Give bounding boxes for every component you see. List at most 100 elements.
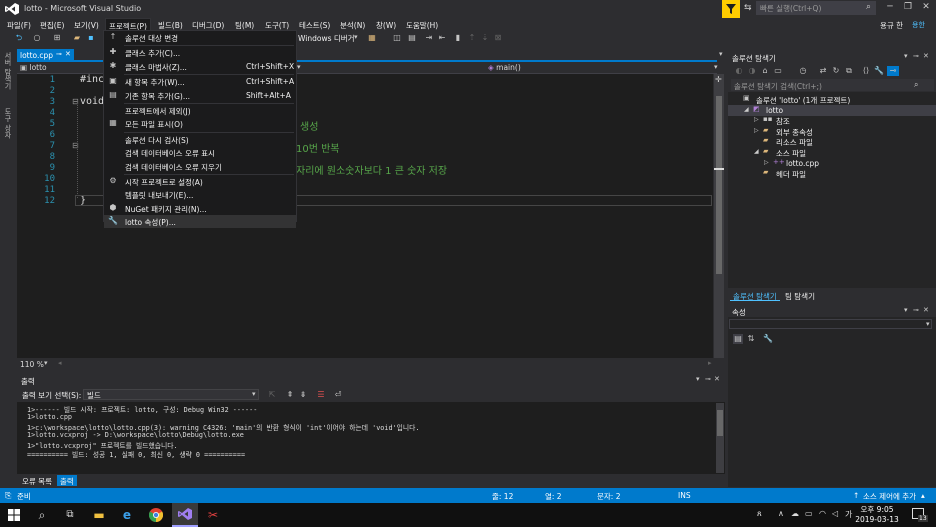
search-icon[interactable]: ⌕ — [866, 2, 871, 12]
tree-item[interactable]: ◢ ▰ 소스 파일 — [728, 147, 936, 158]
expand-arrow-icon[interactable]: ▷ — [754, 127, 759, 134]
bookmark-icon[interactable]: ▮ — [453, 33, 463, 43]
upload-icon[interactable]: ↑ — [853, 491, 859, 500]
close-tab-icon[interactable]: ✕ — [65, 50, 71, 58]
menu-test[interactable]: 테스트(S) — [296, 18, 333, 31]
chevron-down-icon[interactable]: ▾ — [926, 320, 930, 328]
pin-icon[interactable]: ⊸ — [913, 306, 919, 314]
volume-icon[interactable]: ◁ — [832, 509, 838, 518]
tab-team-explorer[interactable]: 팀 탐색기 — [782, 290, 818, 301]
monitor-icon[interactable]: ▭ — [805, 509, 813, 518]
user-badge[interactable]: 용한 — [912, 20, 925, 30]
server-explorer-tab[interactable]: 서버 탐색기 — [4, 52, 13, 89]
project-menu-item-3[interactable]: ✱ 클래스 마법사(Z)... Ctrl+Shift+X — [104, 60, 296, 73]
home-icon[interactable]: ⌂ — [760, 66, 770, 76]
tab-lotto-cpp[interactable]: lotto.cpp ⊸ ✕ — [17, 49, 74, 62]
output-scroll-thumb[interactable] — [717, 410, 723, 436]
alphabetical-icon[interactable]: ⇅ — [746, 334, 756, 344]
back-icon[interactable]: ⮌ — [14, 33, 24, 43]
scroll-right-icon[interactable]: ▸ — [708, 359, 712, 367]
wrench-icon[interactable]: 🔧 — [874, 66, 884, 76]
project-menu-item-6[interactable]: ▤ 기존 항목 추가(G)... Shift+Alt+A — [104, 89, 296, 102]
chevron-down-icon[interactable]: ▾ — [904, 306, 908, 314]
menu-window[interactable]: 창(W) — [373, 18, 399, 31]
collapse-all-icon[interactable]: ⧉ — [844, 66, 854, 76]
user-name[interactable]: 용규 한 — [880, 20, 903, 31]
source-control-button[interactable]: 소스 제어에 추가 — [863, 491, 916, 502]
close-icon[interactable]: ✕ — [714, 375, 720, 383]
menu-edit[interactable]: 편집(E) — [37, 18, 67, 31]
pending-changes-icon[interactable]: ◷ — [798, 66, 808, 76]
project-menu-item-18[interactable]: 🔧 lotto 속성(P)... — [104, 215, 296, 229]
network-icon[interactable]: ◠ — [819, 509, 826, 518]
clear-all-icon[interactable]: ☰ — [316, 390, 326, 400]
project-menu-item-8[interactable]: 프로젝트에서 제외(J) — [104, 104, 296, 117]
close-icon[interactable]: ✕ — [923, 306, 929, 314]
chevron-down-icon[interactable]: ▾ — [252, 390, 256, 398]
tab-overflow-icon[interactable]: ▾ — [719, 50, 723, 58]
editor-scroll-thumb[interactable] — [716, 96, 722, 274]
function-dropdown[interactable]: ◈ main() — [488, 63, 713, 73]
search-icon[interactable]: ⌕ — [914, 80, 918, 90]
output-source-select[interactable]: 빌드 — [83, 389, 259, 400]
zoom-dropdown[interactable]: 110 % — [20, 360, 44, 369]
clear-bookmark-icon[interactable]: ⊠ — [493, 33, 503, 43]
tree-item[interactable]: ◢ ◩ lotto — [728, 104, 936, 116]
project-menu-item-9[interactable]: ▦ 모든 파일 표시(O) — [104, 117, 296, 130]
tree-item[interactable]: ▰ 헤더 파일 — [728, 168, 936, 179]
windows-start-icon[interactable] — [5, 506, 23, 524]
project-menu-item-11[interactable]: 솔루션 다시 검사(S) — [104, 133, 296, 146]
tree-item[interactable]: ▰ 리소스 파일 — [728, 136, 936, 147]
next-bookmark-icon[interactable]: ⇣ — [480, 33, 490, 43]
preview-selected-icon[interactable]: ⊸ — [887, 66, 899, 76]
forward-icon[interactable]: ◑ — [747, 66, 757, 76]
switch-views-icon[interactable]: ▭ — [773, 66, 783, 76]
project-menu-item-13[interactable]: 검색 데이터베이스 오류 지우기 — [104, 160, 296, 173]
minimize-button[interactable]: ─ — [882, 2, 898, 16]
edge-browser-icon[interactable]: e — [118, 506, 136, 524]
indent-icon[interactable]: ⇥ — [424, 33, 434, 43]
close-button[interactable]: ✕ — [918, 2, 934, 16]
prev-message-icon[interactable]: ⇞ — [285, 390, 295, 400]
outdent-icon[interactable]: ⇤ — [437, 33, 447, 43]
menu-view[interactable]: 보기(V) — [71, 18, 102, 31]
expand-arrow-icon[interactable]: ▷ — [754, 116, 759, 123]
solution-search-input[interactable]: 솔루션 탐색기 검색(Ctrl+;) — [731, 79, 934, 91]
maximize-button[interactable]: ❐ — [900, 2, 916, 16]
open-folder-icon[interactable]: ▰ — [72, 33, 82, 43]
next-message-icon[interactable]: ⇟ — [298, 390, 308, 400]
expand-arrow-icon[interactable]: ◢ — [744, 106, 749, 113]
pin-icon[interactable]: ⊸ — [913, 52, 919, 60]
refresh-icon[interactable]: ↻ — [831, 66, 841, 76]
find-message-icon[interactable]: ⇱ — [267, 390, 277, 400]
visual-studio-task-button[interactable] — [172, 503, 198, 527]
file-explorer-icon[interactable]: ▬ — [90, 506, 108, 524]
expand-arrow-icon[interactable]: ◢ — [754, 148, 759, 155]
chevron-up-icon[interactable]: ▴ — [921, 491, 925, 500]
chevron-down-icon[interactable]: ▾ — [354, 33, 358, 41]
menu-file[interactable]: 파일(F) — [4, 18, 34, 31]
sync-icon[interactable]: ⇄ — [818, 66, 828, 76]
tab-output[interactable]: 출력 — [57, 475, 77, 486]
forward-icon[interactable]: ○ — [32, 33, 42, 43]
task-view-icon[interactable]: ⧉ — [61, 506, 79, 524]
project-menu-item-16[interactable]: 템플릿 내보내기(E)... — [104, 188, 296, 201]
word-wrap-icon[interactable]: ⏎ — [333, 390, 343, 400]
chrome-icon[interactable] — [147, 506, 165, 524]
close-icon[interactable]: ✕ — [923, 52, 929, 60]
chevron-down-icon[interactable]: ▾ — [904, 52, 908, 60]
tab-error-list[interactable]: 오류 목록 — [19, 475, 55, 486]
taskbar-clock[interactable]: 오후 9:05 2019-03-13 — [852, 505, 902, 525]
properties-object-select[interactable] — [729, 319, 932, 329]
search-icon[interactable]: ⌕ — [33, 506, 51, 524]
pin-icon[interactable]: ⊸ — [705, 375, 711, 383]
tools-app-icon[interactable]: ✂ — [204, 506, 222, 524]
project-menu-item-0[interactable]: ↑ 솔루션 대상 변경 — [104, 31, 296, 44]
expand-arrow-icon[interactable]: ▷ — [764, 159, 769, 166]
chevron-down-icon[interactable]: ▾ — [714, 63, 718, 71]
menu-analyze[interactable]: 분석(N) — [337, 18, 368, 31]
categorized-icon[interactable]: ▤ — [733, 334, 743, 344]
save-icon[interactable]: ▪ — [86, 33, 96, 43]
project-menu-item-5[interactable]: ▣ 새 항목 추가(W)... Ctrl+Shift+A — [104, 75, 296, 88]
pin-icon[interactable]: ⊸ — [56, 50, 62, 58]
